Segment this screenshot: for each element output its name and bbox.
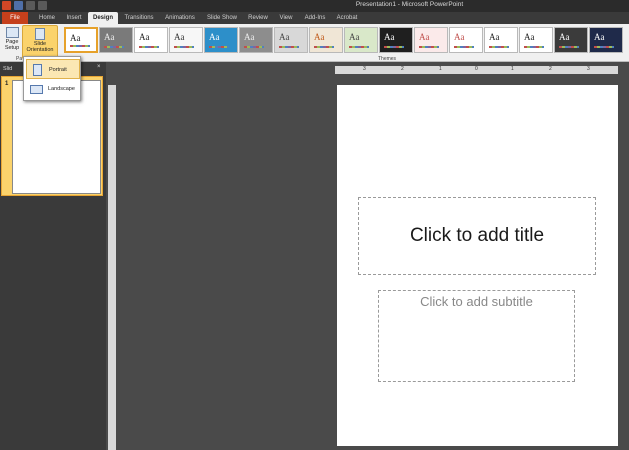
themes-gallery: Aa Aa Aa Aa Aa Aa Aa Aa Aa Aa Aa Aa Aa A…: [62, 27, 629, 54]
slide-canvas[interactable]: Click to add title Click to add subtitle: [337, 85, 618, 446]
close-panel-icon[interactable]: ×: [97, 64, 101, 70]
theme-thumbnail[interactable]: Aa: [414, 27, 448, 53]
landscape-icon: [30, 85, 43, 94]
slide-orientation-icon: [35, 28, 45, 40]
tab-transitions[interactable]: Transitions: [120, 12, 158, 24]
tab-home[interactable]: Home: [34, 12, 60, 24]
theme-thumbnail[interactable]: Aa: [554, 27, 588, 53]
themes-group-label: Themes: [378, 56, 397, 62]
page-setup-label: Page Setup: [4, 39, 20, 51]
tab-file[interactable]: File: [2, 12, 28, 24]
theme-thumbnail[interactable]: Aa: [379, 27, 413, 53]
slide-orientation-label: Slide Orientation: [26, 41, 54, 53]
theme-thumbnail[interactable]: Aa: [449, 27, 483, 53]
landscape-label: Landscape: [48, 86, 75, 92]
vertical-ruler: [108, 85, 116, 450]
theme-thumbnail[interactable]: Aa: [519, 27, 553, 53]
portrait-label: Portrait: [49, 67, 67, 73]
window-title: Presentation1 - Microsoft PowerPoint: [355, 1, 464, 8]
tab-view[interactable]: View: [274, 12, 298, 24]
theme-thumbnail[interactable]: Aa: [274, 27, 308, 53]
theme-thumbnail[interactable]: Aa: [99, 27, 133, 53]
portrait-icon: [33, 64, 42, 76]
portrait-option[interactable]: Portrait: [26, 59, 80, 79]
horizontal-ruler: 3 2 1 0 1 2 3: [335, 66, 618, 74]
subtitle-placeholder[interactable]: Click to add subtitle: [378, 290, 575, 382]
title-bar: Presentation1 - Microsoft PowerPoint: [0, 0, 629, 12]
theme-thumbnail[interactable]: Aa: [169, 27, 203, 53]
theme-thumbnail[interactable]: Aa: [134, 27, 168, 53]
theme-thumbnail[interactable]: Aa: [309, 27, 343, 53]
slide-orientation-menu: Portrait Landscape: [23, 56, 81, 101]
slides-panel: Slid × 1: [0, 62, 106, 450]
theme-thumbnail[interactable]: Aa: [484, 27, 518, 53]
landscape-option[interactable]: Landscape: [26, 79, 80, 99]
subtitle-placeholder-text: Click to add subtitle: [420, 294, 533, 309]
tab-acrobat[interactable]: Acrobat: [332, 12, 362, 24]
title-placeholder-text: Click to add title: [409, 225, 545, 246]
theme-thumbnail[interactable]: Aa: [344, 27, 378, 53]
tab-slide-show[interactable]: Slide Show: [202, 12, 242, 24]
tab-insert[interactable]: Insert: [60, 12, 88, 24]
slide-orientation-button[interactable]: Slide Orientation: [22, 25, 58, 59]
page-setup-button[interactable]: Page Setup: [2, 25, 22, 59]
theme-thumbnail[interactable]: Aa: [239, 27, 273, 53]
title-placeholder[interactable]: Click to add title: [358, 197, 596, 275]
design-ribbon: Page Setup Slide Orientation Pa Aa Aa Aa…: [0, 24, 629, 62]
tab-review[interactable]: Review: [244, 12, 272, 24]
slide-number: 1: [5, 81, 9, 87]
tab-design[interactable]: Design: [88, 12, 118, 24]
tab-add-ins[interactable]: Add-Ins: [300, 12, 330, 24]
theme-thumbnail[interactable]: Aa: [204, 27, 238, 53]
theme-thumbnail[interactable]: Aa: [589, 27, 623, 53]
tab-animations[interactable]: Animations: [160, 12, 200, 24]
ribbon-tabs: File Home Insert Design Transitions Anim…: [0, 12, 629, 24]
theme-thumbnail[interactable]: Aa: [64, 27, 98, 53]
page-setup-icon: [5, 27, 19, 38]
